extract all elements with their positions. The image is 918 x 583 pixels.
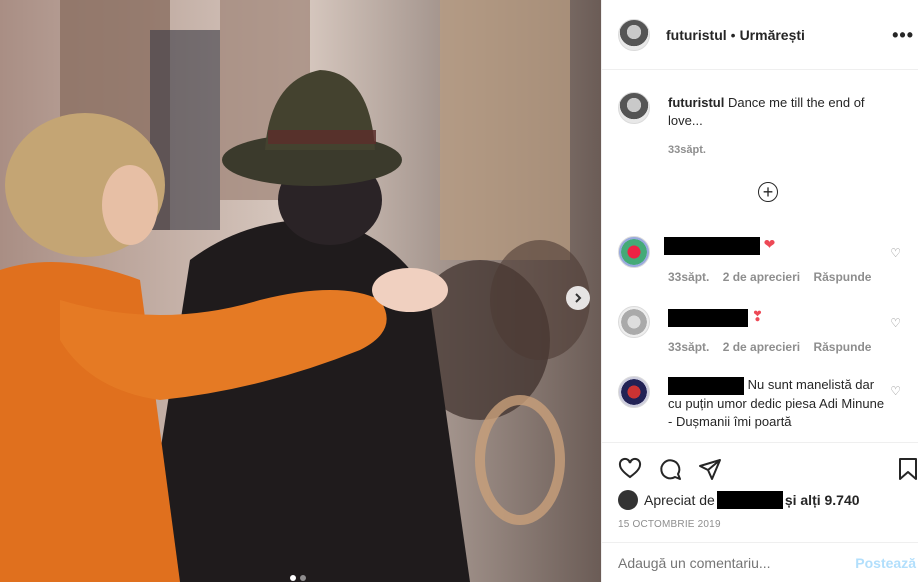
comment-meta: 33săpt. 2 de aprecieri Răspunde <box>668 270 881 284</box>
comment-bubble-icon[interactable] <box>658 457 682 481</box>
likes-count-link[interactable]: și alți 9.740 <box>785 492 860 508</box>
more-options-button[interactable]: ••• <box>892 25 914 46</box>
next-slide-button[interactable] <box>566 286 590 310</box>
share-plane-icon[interactable] <box>698 457 722 481</box>
save-bookmark-icon[interactable] <box>896 457 918 481</box>
author-avatar[interactable] <box>618 18 650 51</box>
redacted-username <box>668 308 748 327</box>
comment-text: Nu sunt manelistă dar cu puțin umor dedi… <box>668 376 888 431</box>
comment-avatar[interactable] <box>618 306 650 338</box>
like-heart-icon[interactable] <box>618 457 642 481</box>
post-photo[interactable] <box>0 0 601 582</box>
comment-like-icon[interactable]: ♡ <box>890 246 901 260</box>
comment-input[interactable] <box>618 555 848 571</box>
carousel-dot-1 <box>290 575 296 581</box>
comment-meta: 33săpt. 2 de aprecieri Răspunde <box>668 340 881 354</box>
post-header: futuristul • Urmărești ••• <box>602 0 918 70</box>
comment-time: 33săpt. <box>668 340 710 354</box>
comment-time: 33săpt. <box>668 270 710 284</box>
comment-avatar[interactable] <box>618 376 650 408</box>
redacted-username <box>664 236 760 255</box>
comment-item: ❣ ♡ 33săpt. 2 de aprecieri Răspunde <box>618 306 903 356</box>
caption-time: 33săpt. <box>668 144 706 156</box>
comment-emoji: ❤ <box>763 236 776 252</box>
caption-avatar[interactable] <box>618 92 650 124</box>
caption-text: futuristul Dance me till the end of love… <box>668 94 898 130</box>
carousel-dots <box>290 575 306 581</box>
comment-like-icon[interactable]: ♡ <box>890 316 901 330</box>
reply-button[interactable]: Răspunde <box>813 270 871 284</box>
post-actions <box>602 442 918 493</box>
add-comment-bar: Postează <box>602 542 918 583</box>
likes-prefix: Apreciat de <box>644 492 715 508</box>
post-side-panel: futuristul • Urmărești ••• futuristul Da… <box>601 0 918 582</box>
author-username[interactable]: futuristul <box>666 27 727 43</box>
likes-summary: Apreciat de și alți 9.740 <box>618 490 860 510</box>
post-comment-button[interactable]: Postează <box>855 555 916 571</box>
comment-emoji: ❣ <box>751 308 764 324</box>
comments-section[interactable]: futuristul Dance me till the end of love… <box>602 70 918 442</box>
comment-avatar[interactable] <box>618 236 650 268</box>
header-separator: • <box>730 26 736 43</box>
redacted-username <box>668 376 744 395</box>
post-date[interactable]: 15 OCTOMBRIE 2019 <box>618 519 721 530</box>
comment-item: ❤ ♡ 33săpt. 2 de aprecieri Răspunde <box>618 236 903 286</box>
comment-likes[interactable]: 2 de aprecieri <box>723 340 800 354</box>
chevron-right-icon <box>575 293 582 303</box>
comment-like-icon[interactable]: ♡ <box>890 384 901 398</box>
redacted-liker <box>716 491 783 509</box>
caption-username[interactable]: futuristul <box>668 95 724 110</box>
comment-item: Nu sunt manelistă dar cu puțin umor dedi… <box>618 376 903 442</box>
reply-button[interactable]: Răspunde <box>813 340 871 354</box>
liker-avatar[interactable] <box>618 490 638 510</box>
comment-likes[interactable]: 2 de aprecieri <box>723 270 800 284</box>
photo-illustration <box>0 0 601 582</box>
carousel-dot-2 <box>300 575 306 581</box>
load-more-comments-button[interactable]: + <box>758 182 778 202</box>
following-button[interactable]: Urmărești <box>740 27 805 43</box>
